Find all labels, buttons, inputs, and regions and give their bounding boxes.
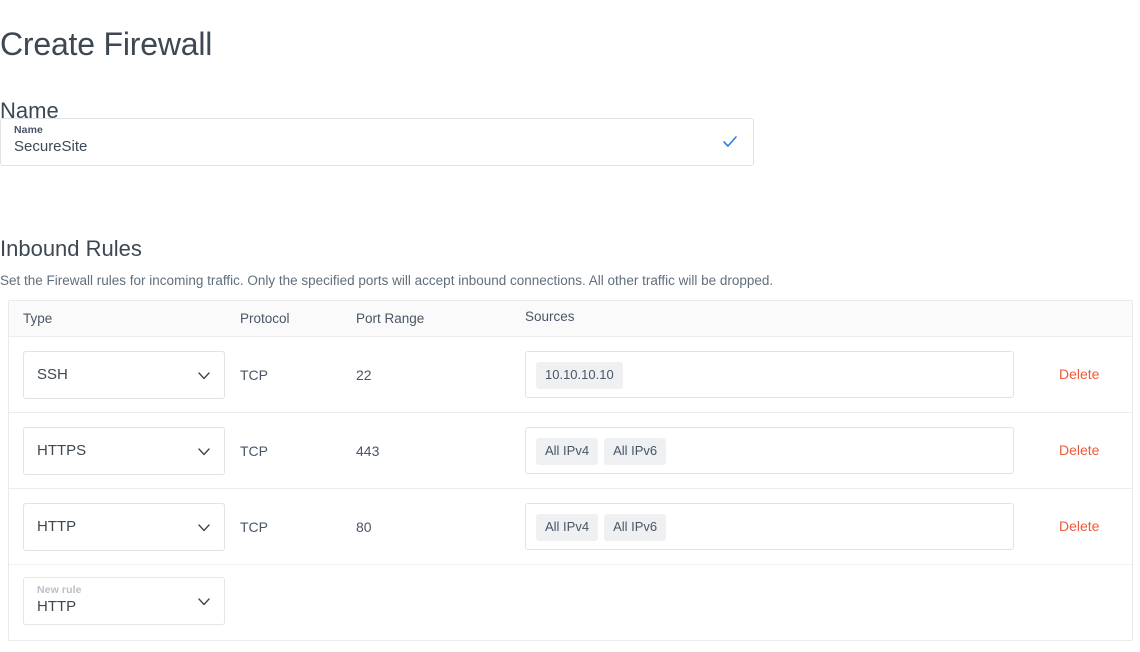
chevron-down-icon (197, 370, 211, 382)
new-rule-select[interactable]: New rule HTTP (23, 577, 225, 625)
inbound-rules-description: Set the Firewall rules for incoming traf… (0, 272, 773, 290)
chevron-down-icon (197, 522, 211, 534)
column-header-type: Type (23, 311, 52, 326)
new-rule-row: New rule HTTP (9, 565, 1132, 640)
rule-type-select[interactable]: HTTP (23, 503, 225, 551)
table-row: SSH TCP 22 10.10.10.10 Delete (9, 337, 1132, 413)
table-header-row: Type Protocol Port Range Sources (9, 301, 1132, 337)
table-row: HTTP TCP 80 All IPv4 All IPv6 Delete (9, 489, 1132, 565)
column-header-sources: Sources (525, 309, 575, 324)
inbound-rules-heading: Inbound Rules (0, 234, 142, 264)
rule-port-range: 80 (356, 519, 372, 535)
rule-protocol: TCP (240, 367, 268, 383)
inbound-rules-table: Type Protocol Port Range Sources SSH TCP… (8, 300, 1133, 641)
rule-sources-input[interactable]: 10.10.10.10 (525, 351, 1014, 398)
chevron-down-icon (197, 446, 211, 458)
table-row: HTTPS TCP 443 All IPv4 All IPv6 Delete (9, 413, 1132, 489)
rule-port-range: 443 (356, 443, 379, 459)
chevron-down-icon (197, 596, 211, 608)
rule-type-value: SSH (37, 366, 68, 383)
page-title: Create Firewall (0, 23, 212, 65)
rule-sources-input[interactable]: All IPv4 All IPv6 (525, 503, 1014, 550)
delete-rule-button[interactable]: Delete (1059, 442, 1099, 458)
rule-type-value: HTTP (37, 518, 76, 535)
source-tag[interactable]: All IPv4 (536, 438, 598, 465)
check-icon (721, 133, 739, 151)
rule-protocol: TCP (240, 443, 268, 459)
firewall-name-label: Name (14, 124, 43, 136)
create-firewall-page: Create Firewall Name Name SecureSite Inb… (0, 0, 1140, 652)
rule-type-select[interactable]: HTTPS (23, 427, 225, 475)
new-rule-value: HTTP (37, 598, 76, 615)
rule-type-select[interactable]: SSH (23, 351, 225, 399)
source-tag[interactable]: All IPv6 (604, 514, 666, 541)
column-header-port-range: Port Range (356, 311, 424, 326)
rule-type-value: HTTPS (37, 442, 86, 459)
delete-rule-button[interactable]: Delete (1059, 366, 1099, 382)
rule-protocol: TCP (240, 519, 268, 535)
delete-rule-button[interactable]: Delete (1059, 518, 1099, 534)
rule-port-range: 22 (356, 367, 372, 383)
source-tag[interactable]: All IPv4 (536, 514, 598, 541)
firewall-name-input[interactable]: SecureSite (14, 138, 87, 155)
source-tag[interactable]: All IPv6 (604, 438, 666, 465)
new-rule-label: New rule (37, 584, 82, 596)
firewall-name-field[interactable]: Name SecureSite (0, 118, 754, 166)
source-tag[interactable]: 10.10.10.10 (536, 362, 623, 389)
column-header-protocol: Protocol (240, 311, 290, 326)
rule-sources-input[interactable]: All IPv4 All IPv6 (525, 427, 1014, 474)
